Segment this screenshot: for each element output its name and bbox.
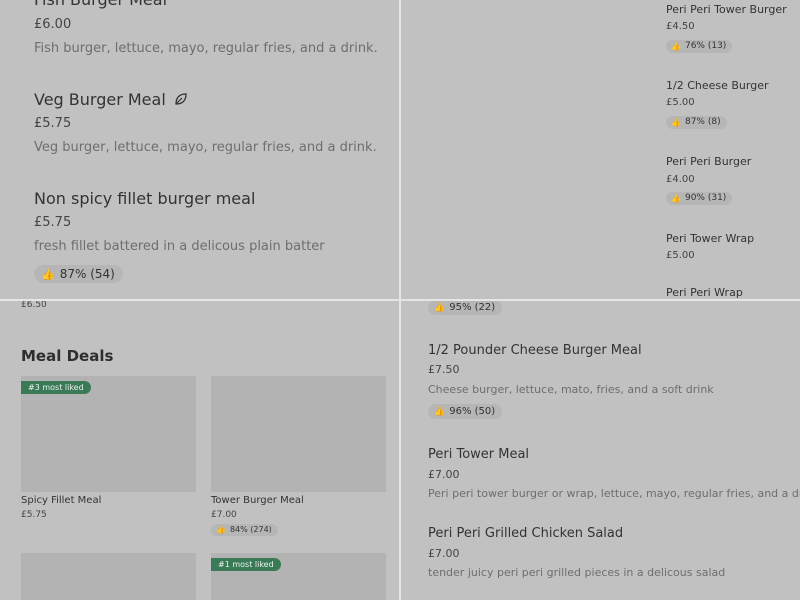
- item-price: £6.50: [21, 300, 47, 310]
- rating-text: 87% (8): [684, 117, 721, 127]
- menu-panel-top-left: Fish Burger Meal £6.00 Fish burger, lett…: [0, 0, 400, 300]
- meal-card-image[interactable]: [21, 553, 196, 600]
- item-description: Cheese burger, lettuce, mato, fries, and…: [428, 383, 714, 396]
- item-description: tender juicy peri peri grilled pieces in…: [428, 566, 726, 579]
- rating-badge: 👍 84% (274): [211, 524, 278, 536]
- rating-badge: 👍 87% (54): [34, 265, 123, 283]
- item-price: £4.50: [666, 21, 695, 32]
- item-price: £7.50: [428, 363, 460, 376]
- rating-text: 76% (13): [684, 41, 727, 51]
- item-title[interactable]: Peri Peri Wrap: [666, 286, 743, 299]
- rating-badge: 👍 95% (22): [428, 300, 503, 315]
- rating-badge: 👍 96% (50): [428, 404, 503, 419]
- leaf-icon: [174, 91, 188, 110]
- meal-card-price: £7.00: [211, 510, 237, 520]
- rating-text: 84% (274): [229, 525, 272, 534]
- rank-tag: #1 most liked: [211, 558, 281, 571]
- item-price: £5.75: [34, 215, 72, 230]
- thumbs-up-icon: 👍: [434, 406, 446, 417]
- thumbs-up-icon: 👍: [216, 525, 226, 534]
- item-title[interactable]: Peri Peri Burger: [666, 155, 751, 168]
- section-title: Meal Deals: [21, 347, 114, 365]
- item-title[interactable]: Peri Tower Wrap: [666, 232, 754, 245]
- item-price: £7.00: [428, 468, 460, 481]
- item-price: £5.00: [666, 250, 695, 261]
- item-description: Veg burger, lettuce, mayo, regular fries…: [34, 140, 377, 155]
- rating-badge: 👍 90% (31): [666, 192, 733, 205]
- item-title[interactable]: Fish Burger Meal: [34, 0, 167, 9]
- rating-text: 90% (31): [684, 193, 727, 203]
- meal-card-price: £5.75: [21, 510, 47, 520]
- meal-card-image[interactable]: [211, 376, 386, 492]
- menu-panel-top-right: Peri Peri Tower Burger £4.50 👍 76% (13) …: [400, 0, 800, 300]
- item-description: Fish burger, lettuce, mayo, regular frie…: [34, 41, 378, 56]
- item-title[interactable]: 1/2 Pounder Cheese Burger Meal: [428, 343, 642, 358]
- item-price: £5.75: [34, 116, 72, 131]
- meal-card-title[interactable]: Spicy Fillet Meal: [21, 495, 101, 506]
- thumbs-up-icon: 👍: [671, 117, 681, 127]
- item-price: £7.00: [428, 547, 460, 560]
- rating-badge: 👍 87% (8): [666, 116, 727, 129]
- item-price: £4.00: [666, 174, 695, 185]
- item-price: £6.00: [34, 17, 72, 32]
- item-description: Peri peri tower burger or wrap, lettuce,…: [428, 487, 800, 500]
- item-title[interactable]: Peri Peri Tower Burger: [666, 3, 787, 16]
- meal-card-title[interactable]: Tower Burger Meal: [211, 495, 304, 506]
- rating-text: 96% (50): [449, 406, 496, 417]
- thumbs-up-icon: 👍: [41, 267, 55, 281]
- item-title[interactable]: Non spicy fillet burger meal: [34, 189, 255, 208]
- item-title-text: Veg Burger Meal: [34, 90, 166, 109]
- thumbs-up-icon: 👍: [434, 302, 446, 313]
- rating-badge: 👍 76% (13): [666, 40, 733, 53]
- quadrant-divider-horizontal: [0, 299, 800, 301]
- thumbs-up-icon: 👍: [671, 193, 681, 203]
- item-description: fresh fillet battered in a delicous plai…: [34, 239, 325, 254]
- menu-panel-bottom-left: £6.50 Meal Deals #3 most liked Spicy Fil…: [0, 300, 400, 600]
- item-title[interactable]: Peri Tower Meal: [428, 447, 529, 462]
- item-title[interactable]: Veg Burger Meal: [34, 90, 188, 110]
- rating-text: 95% (22): [449, 302, 496, 313]
- rating-text: 87% (54): [59, 267, 115, 281]
- item-title[interactable]: Peri Peri Grilled Chicken Salad: [428, 526, 623, 541]
- item-price: £5.00: [666, 97, 695, 108]
- item-title[interactable]: 1/2 Cheese Burger: [666, 79, 769, 92]
- rank-tag: #3 most liked: [21, 381, 91, 394]
- menu-panel-bottom-right: 👍 95% (22) 1/2 Pounder Cheese Burger Mea…: [400, 300, 800, 600]
- thumbs-up-icon: 👍: [671, 41, 681, 51]
